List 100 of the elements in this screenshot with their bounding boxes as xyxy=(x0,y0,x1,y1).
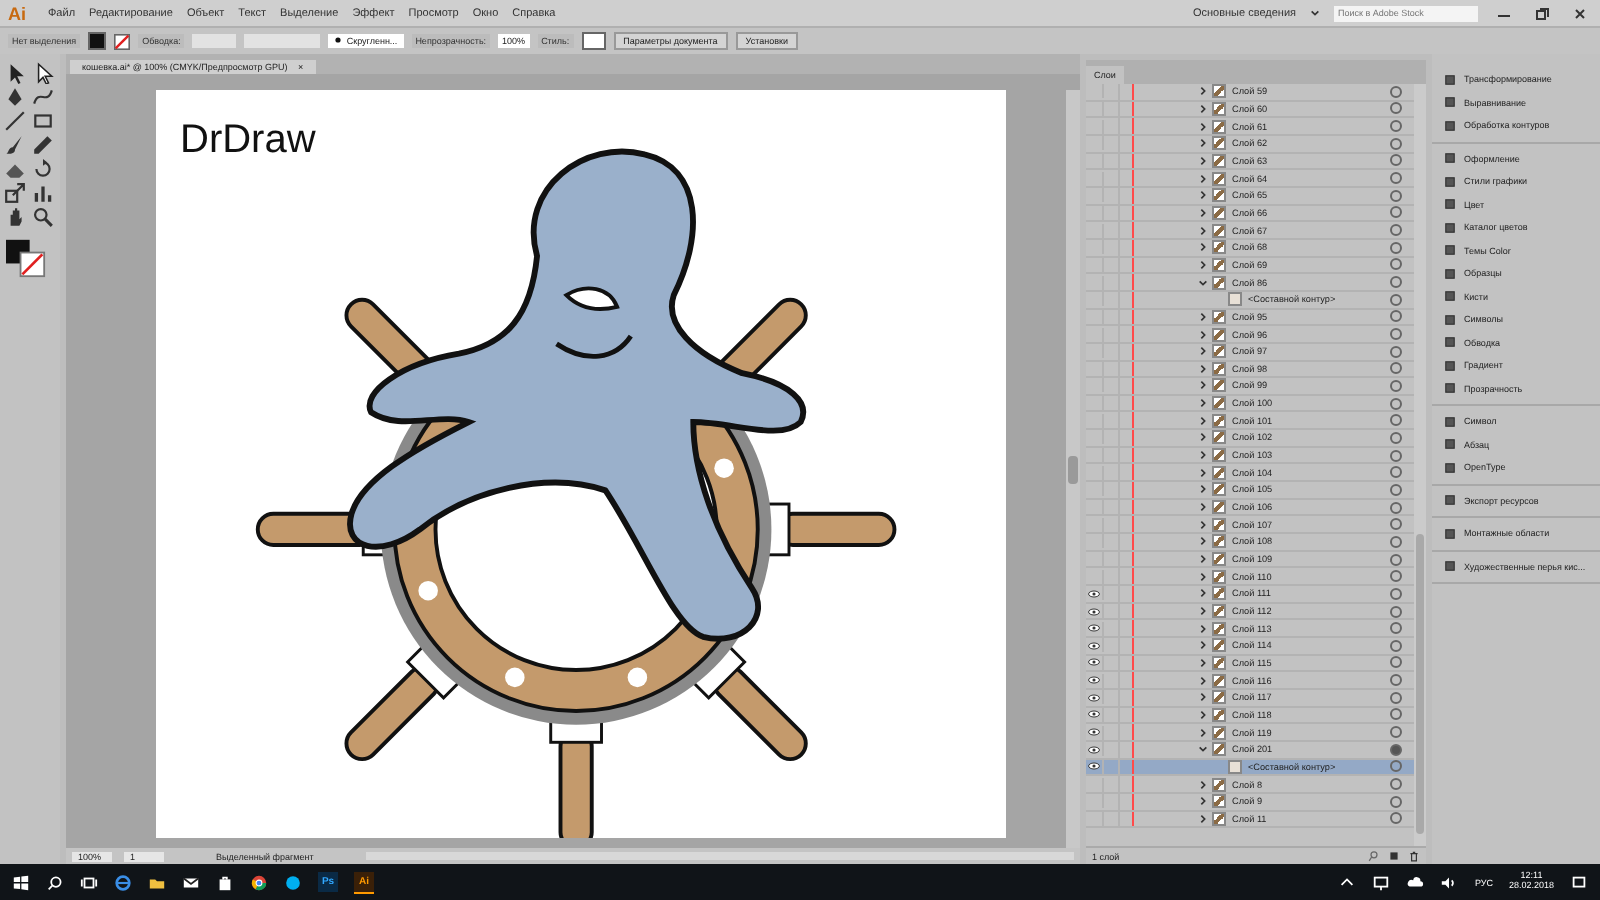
curve-icon[interactable] xyxy=(32,86,54,108)
expand-toggle[interactable] xyxy=(1198,190,1208,201)
visibility-toggle[interactable] xyxy=(1086,638,1104,653)
style-swatch[interactable] xyxy=(581,32,606,50)
target-circle[interactable] xyxy=(1390,345,1402,358)
target-circle[interactable] xyxy=(1390,379,1402,392)
target-circle[interactable] xyxy=(1390,328,1402,341)
visibility-toggle[interactable] xyxy=(1086,759,1104,774)
task-view-icon[interactable] xyxy=(80,873,98,891)
expand-toggle[interactable] xyxy=(1198,398,1208,409)
brush-icon[interactable] xyxy=(4,134,26,156)
no-stroke-swatch-icon[interactable] xyxy=(114,33,131,49)
cloud-icon[interactable] xyxy=(1406,873,1425,891)
expand-toggle[interactable] xyxy=(1198,536,1208,547)
target-circle[interactable] xyxy=(1390,258,1402,271)
target-circle[interactable] xyxy=(1390,276,1402,289)
target-circle[interactable] xyxy=(1390,172,1402,185)
target-circle[interactable] xyxy=(1390,466,1402,479)
windows-icon[interactable] xyxy=(12,873,30,891)
scale-icon[interactable] xyxy=(4,182,26,204)
visibility-toggle[interactable] xyxy=(1086,655,1104,670)
search-icon[interactable] xyxy=(46,873,64,891)
target-circle[interactable] xyxy=(1390,102,1402,115)
expand-toggle[interactable] xyxy=(1198,173,1208,184)
new-layer-icon[interactable] xyxy=(1388,850,1400,862)
expand-toggle[interactable] xyxy=(1198,554,1208,565)
target-circle[interactable] xyxy=(1390,605,1402,618)
target-circle[interactable] xyxy=(1390,622,1402,635)
target-circle[interactable] xyxy=(1390,743,1402,756)
target-circle[interactable] xyxy=(1390,397,1402,410)
visibility-toggle[interactable] xyxy=(1086,586,1104,601)
expand-toggle[interactable] xyxy=(1198,796,1208,807)
caret-up-icon[interactable] xyxy=(1338,873,1357,891)
target-circle[interactable] xyxy=(1390,587,1402,600)
expand-toggle[interactable] xyxy=(1198,657,1208,668)
expand-toggle[interactable] xyxy=(1198,779,1208,790)
target-circle[interactable] xyxy=(1390,570,1402,583)
trash-icon[interactable] xyxy=(1408,850,1420,862)
expand-toggle[interactable] xyxy=(1198,225,1208,236)
expand-toggle[interactable] xyxy=(1198,519,1208,530)
target-circle[interactable] xyxy=(1390,674,1402,687)
target-circle[interactable] xyxy=(1390,137,1402,150)
round-browser-icon[interactable] xyxy=(250,873,268,891)
visibility-toggle[interactable] xyxy=(1086,621,1104,636)
expand-toggle[interactable] xyxy=(1198,277,1208,288)
expand-toggle[interactable] xyxy=(1198,744,1208,755)
expand-toggle[interactable] xyxy=(1198,380,1208,391)
e-letter-icon[interactable] xyxy=(114,873,132,891)
target-circle[interactable] xyxy=(1390,726,1402,739)
expand-toggle[interactable] xyxy=(1198,709,1208,720)
target-circle[interactable] xyxy=(1390,535,1402,548)
target-circle[interactable] xyxy=(1390,708,1402,721)
visibility-toggle[interactable] xyxy=(1086,725,1104,740)
expand-toggle[interactable] xyxy=(1198,207,1208,218)
expand-toggle[interactable] xyxy=(1198,138,1208,149)
rotate-icon[interactable] xyxy=(32,158,54,180)
target-circle[interactable] xyxy=(1390,483,1402,496)
pencil-icon[interactable] xyxy=(32,134,54,156)
expand-toggle[interactable] xyxy=(1198,571,1208,582)
target-circle[interactable] xyxy=(1390,553,1402,566)
stroke-width-field[interactable] xyxy=(192,34,237,48)
expand-toggle[interactable] xyxy=(1198,329,1208,340)
target-circle[interactable] xyxy=(1390,691,1402,704)
target-circle[interactable] xyxy=(1390,501,1402,514)
expand-toggle[interactable] xyxy=(1198,363,1208,374)
target-circle[interactable] xyxy=(1390,639,1402,652)
expand-toggle[interactable] xyxy=(1198,242,1208,253)
magnifier-icon[interactable] xyxy=(32,206,54,228)
expand-toggle[interactable] xyxy=(1198,121,1208,132)
pen-icon[interactable] xyxy=(4,86,26,108)
target-circle[interactable] xyxy=(1390,449,1402,462)
shopping-bag-icon[interactable] xyxy=(216,873,234,891)
visibility-toggle[interactable] xyxy=(1086,604,1104,619)
bar-chart-icon[interactable] xyxy=(32,182,54,204)
expand-toggle[interactable] xyxy=(1198,484,1208,495)
expand-toggle[interactable] xyxy=(1198,813,1208,824)
expand-toggle[interactable] xyxy=(1198,640,1208,651)
target-circle[interactable] xyxy=(1390,189,1402,202)
fill-stroke-swatches-icon[interactable] xyxy=(4,238,48,278)
envelope-icon[interactable] xyxy=(182,873,200,891)
expand-toggle[interactable] xyxy=(1198,155,1208,166)
target-circle[interactable] xyxy=(1390,812,1402,825)
line-icon[interactable] xyxy=(4,110,26,132)
expand-toggle[interactable] xyxy=(1198,103,1208,114)
target-circle[interactable] xyxy=(1390,206,1402,219)
target-circle[interactable] xyxy=(1390,414,1402,427)
target-circle[interactable] xyxy=(1390,310,1402,323)
variable-width-field[interactable] xyxy=(244,34,321,48)
monitor-icon[interactable] xyxy=(1372,873,1391,891)
visibility-toggle[interactable] xyxy=(1086,690,1104,705)
target-circle[interactable] xyxy=(1390,656,1402,669)
expand-toggle[interactable] xyxy=(1198,675,1208,686)
target-circle[interactable] xyxy=(1390,241,1402,254)
scrollbar-thumb[interactable] xyxy=(1068,455,1078,483)
target-circle[interactable] xyxy=(1390,778,1402,791)
notification-icon[interactable] xyxy=(1570,873,1588,891)
fill-swatch[interactable] xyxy=(88,32,107,50)
target-circle[interactable] xyxy=(1390,154,1402,167)
expand-toggle[interactable] xyxy=(1198,415,1208,426)
expand-toggle[interactable] xyxy=(1198,467,1208,478)
